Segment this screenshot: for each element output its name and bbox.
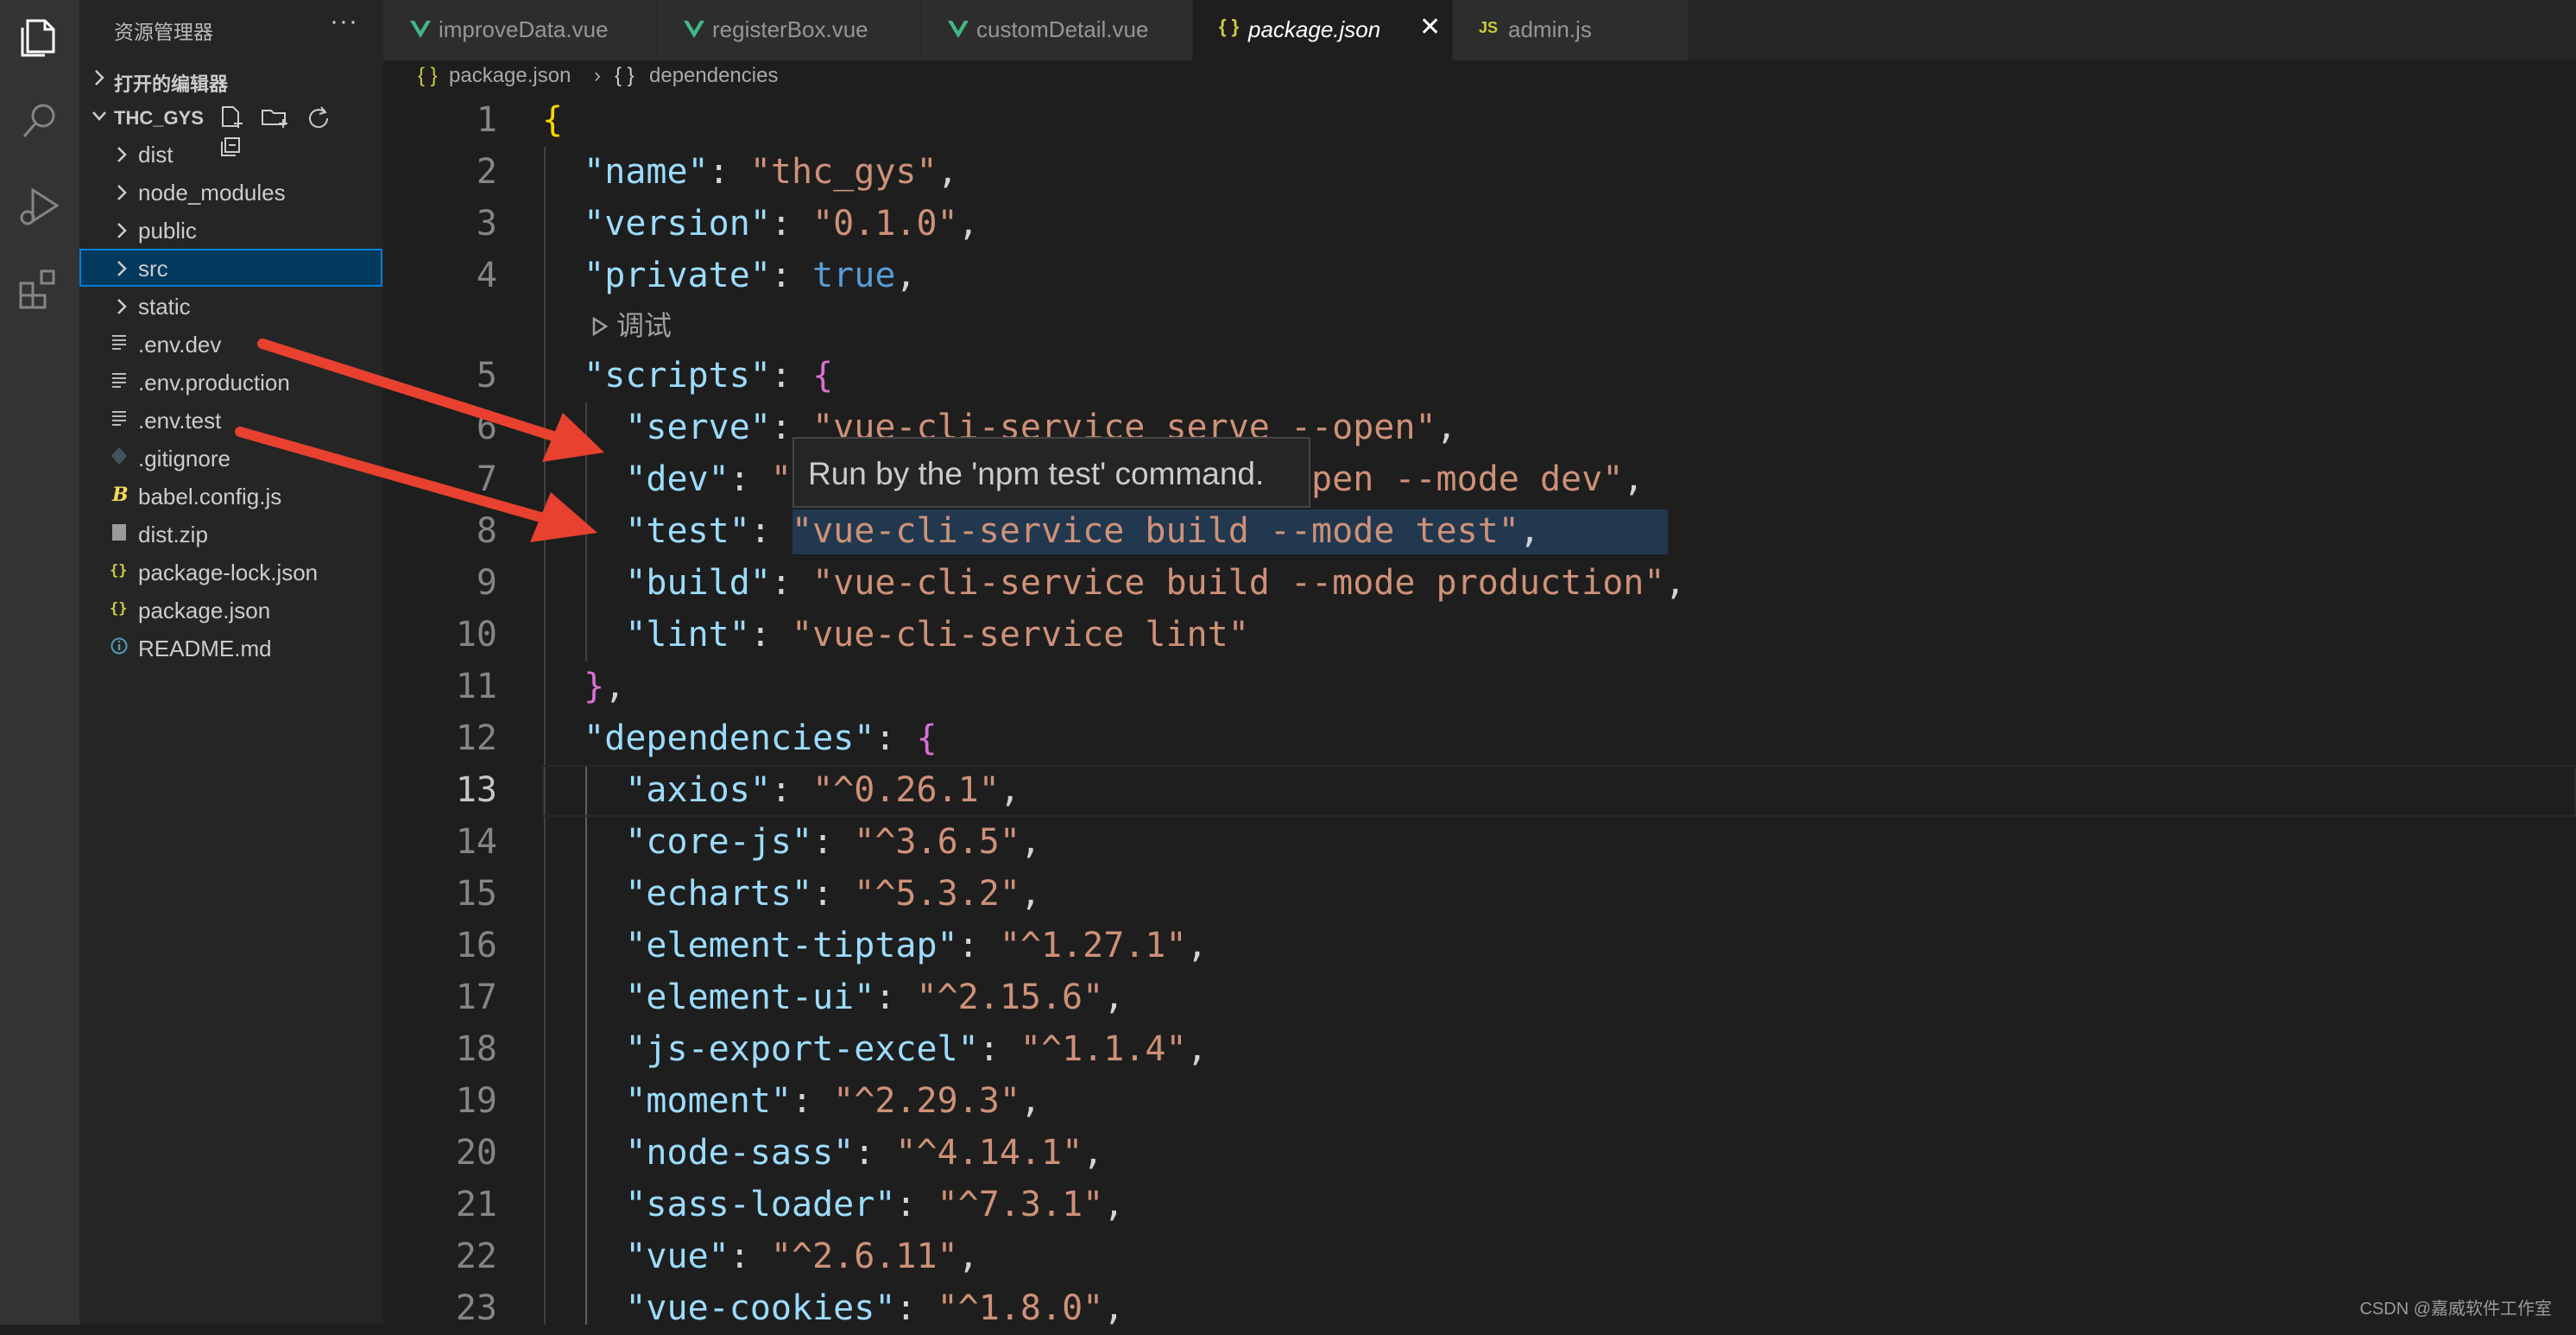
annotation-arrow xyxy=(257,338,604,462)
annotation-arrows xyxy=(235,338,604,542)
annotation-arrow xyxy=(235,427,597,542)
watermark: CSDN @嘉威软件工作室 xyxy=(2359,1300,2552,1319)
